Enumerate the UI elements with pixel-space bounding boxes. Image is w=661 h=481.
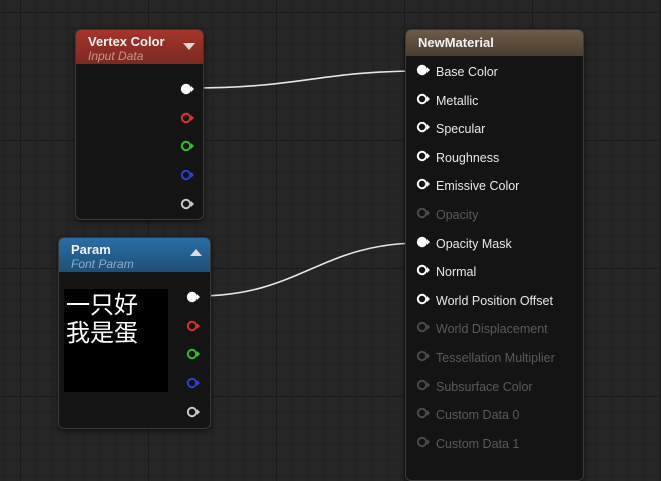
input-pin-icon[interactable] [416, 292, 430, 310]
material-input-roughness[interactable]: Roughness [416, 149, 499, 167]
input-pin-label: Roughness [436, 150, 500, 165]
output-pin-gray[interactable] [186, 406, 200, 418]
input-pin-icon[interactable] [416, 235, 430, 253]
input-pin-icon[interactable] [416, 63, 430, 81]
material-input-opacity[interactable]: Opacity [416, 206, 478, 224]
pin-blue-icon [180, 169, 194, 181]
material-header[interactable]: NewMaterial [406, 30, 583, 56]
output-pin-green[interactable] [186, 348, 200, 360]
input-pin-icon[interactable] [416, 320, 430, 338]
pin-gray-icon [180, 198, 194, 209]
param-node[interactable]: Param Font Param 一只好 我是蛋 [58, 237, 211, 429]
pin-blue-icon [186, 377, 200, 389]
input-pin-label: Tessellation Multiplier [436, 351, 555, 365]
pin-green-icon [180, 141, 194, 152]
material-input-custom-data-1[interactable]: Custom Data 1 [416, 435, 519, 453]
output-pin-blue[interactable] [186, 377, 200, 389]
material-input-world-position-offset[interactable]: World Position Offset [416, 292, 553, 310]
material-input-opacity-mask[interactable]: Opacity Mask [416, 235, 512, 253]
node-title: Param [71, 242, 111, 257]
material-input-tessellation-multiplier[interactable]: Tessellation Multiplier [416, 349, 555, 367]
pin-green-icon [186, 349, 200, 360]
material-input-custom-data-0[interactable]: Custom Data 0 [416, 406, 519, 424]
input-pin-label: Opacity Mask [436, 236, 512, 251]
material-input-emissive-color[interactable]: Emissive Color [416, 177, 519, 195]
input-pin-label: World Displacement [436, 322, 548, 337]
material-input-metallic[interactable]: Metallic [416, 92, 478, 110]
vertex-color-header[interactable]: Vertex Color Input Data [76, 30, 203, 64]
material-input-world-displacement[interactable]: World Displacement [416, 320, 548, 338]
input-pin-label: Base Color [436, 65, 498, 79]
pin-red-icon [186, 320, 200, 331]
material-input-normal[interactable]: Normal [416, 263, 476, 281]
input-pin-icon[interactable] [416, 378, 430, 396]
material-input-subsurface-color[interactable]: Subsurface Color [416, 378, 533, 396]
input-pin-icon[interactable] [416, 149, 430, 167]
output-pin-white[interactable] [186, 291, 200, 303]
input-pin-icon[interactable] [416, 349, 430, 367]
input-pin-label: Emissive Color [436, 179, 520, 194]
collapse-arrow-icon[interactable] [190, 249, 202, 256]
input-pin-icon[interactable] [416, 406, 430, 424]
output-pin-green[interactable] [180, 140, 194, 152]
node-title: Vertex Color [88, 34, 165, 49]
pin-white-icon [186, 291, 200, 303]
input-pin-icon[interactable] [416, 92, 430, 110]
input-pin-icon[interactable] [416, 435, 430, 453]
input-pin-label: Normal [436, 265, 477, 280]
input-pin-icon[interactable] [416, 120, 430, 138]
input-pin-label: Opacity [436, 208, 479, 222]
material-result-node[interactable]: NewMaterial Base Color Metallic Specular Ro… [405, 29, 584, 481]
preview-line: 我是蛋 [66, 319, 138, 347]
output-pin-red[interactable] [186, 320, 200, 332]
material-input-specular[interactable]: Specular [416, 120, 485, 138]
param-header[interactable]: Param Font Param [59, 238, 210, 272]
node-title: NewMaterial [418, 35, 494, 50]
pin-red-icon [180, 112, 194, 123]
collapse-arrow-icon[interactable] [183, 43, 195, 50]
vertex-color-node[interactable]: Vertex Color Input Data [75, 29, 204, 220]
input-pin-label: Custom Data 1 [436, 436, 520, 451]
input-pin-label: Subsurface Color [436, 379, 533, 394]
input-pin-icon[interactable] [416, 206, 430, 224]
wire-param-to-opacity-mask[interactable] [197, 242, 422, 297]
output-pin-blue[interactable] [180, 169, 194, 181]
preview-line: 一只好 [66, 291, 138, 319]
pin-white-icon [180, 83, 194, 95]
output-pin-white[interactable] [180, 83, 194, 95]
output-pin-red[interactable] [180, 112, 194, 124]
input-pin-icon[interactable] [416, 263, 430, 281]
input-pin-icon[interactable] [416, 177, 430, 195]
input-pin-label: Metallic [436, 93, 479, 108]
input-pin-label: World Position Offset [436, 293, 553, 308]
input-pin-label: Custom Data 0 [436, 408, 520, 423]
node-subtitle: Font Param [71, 257, 134, 271]
output-pin-gray[interactable] [180, 198, 194, 210]
wire-vertex-to-base-color[interactable] [191, 70, 422, 89]
pin-gray-icon [186, 406, 200, 417]
material-input-base-color[interactable]: Base Color [416, 63, 498, 81]
font-preview-thumbnail: 一只好 我是蛋 [64, 289, 168, 392]
input-pin-label: Specular [436, 122, 486, 137]
node-subtitle: Input Data [88, 49, 144, 63]
